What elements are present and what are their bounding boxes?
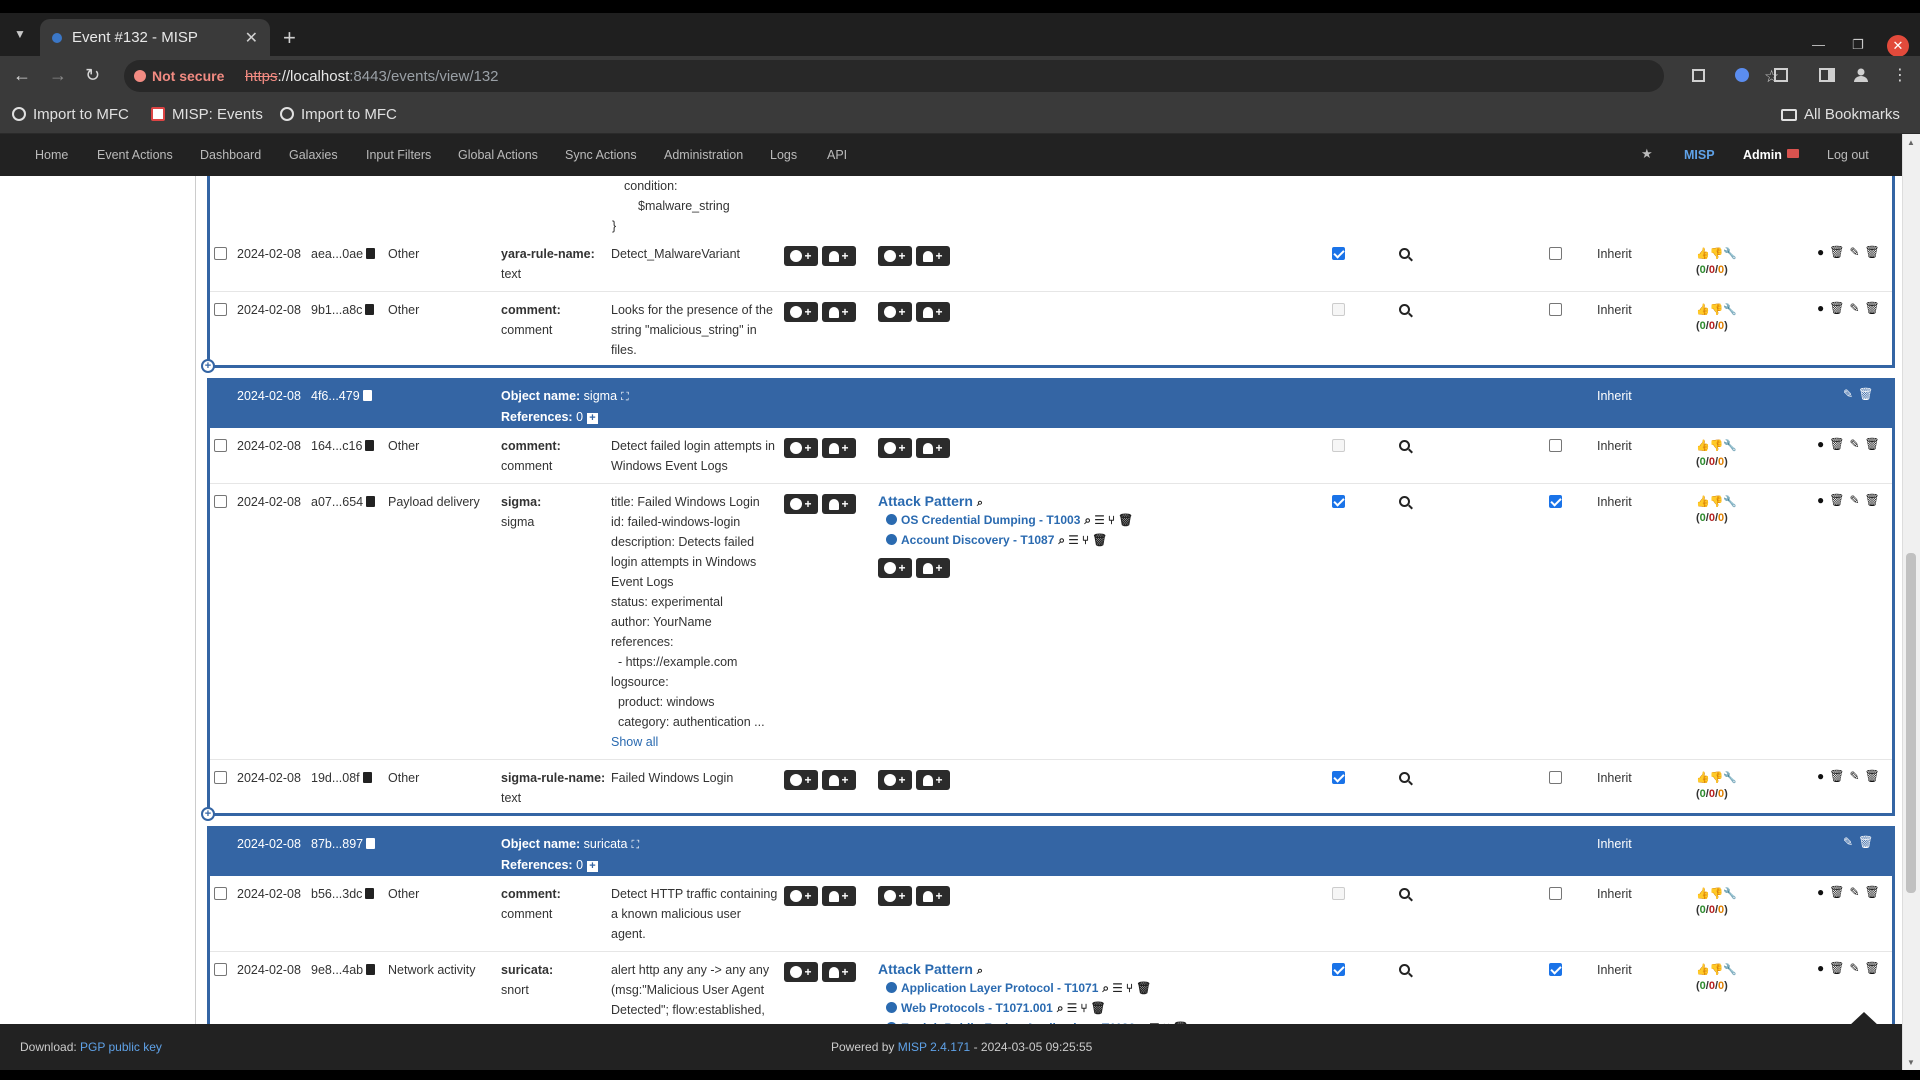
reload-icon[interactable]: ↻ (85, 65, 100, 86)
object-collapse-icon[interactable]: + (201, 807, 215, 821)
misp-navbar: Home Event Actions Dashboard Galaxies In… (0, 134, 1902, 176)
url-text[interactable]: https://localhost:8443/events/view/132 (245, 68, 499, 85)
scroll-up-arrow[interactable]: ▲ (1907, 138, 1915, 147)
nav-dashboard[interactable]: Dashboard (200, 148, 261, 162)
profile-icon[interactable] (1852, 66, 1870, 84)
bookmark-import-mfc-2[interactable]: Import to MFC (280, 106, 397, 123)
address-bar[interactable]: Not secure https://localhost:8443/events… (124, 60, 1779, 92)
object-block-border (207, 176, 1895, 365)
screen-top-strip (0, 0, 1920, 13)
nav-administration[interactable]: Administration (664, 148, 743, 162)
nav-admin-user[interactable]: Admin (1743, 148, 1782, 162)
attributes-table: condition: $malware_string } 2024-02-08 a… (201, 176, 1895, 1024)
tab-title: Event #132 - MISP (72, 29, 198, 46)
nav-galaxies[interactable]: Galaxies (289, 148, 338, 162)
scroll-to-top-button[interactable] (1849, 1012, 1879, 1026)
tab-bar: ▼ Event #132 - MISP ✕ + — ❐ ✕ (0, 13, 1920, 57)
window-close-icon[interactable]: ✕ (1887, 35, 1909, 57)
scroll-down-arrow[interactable]: ▼ (1907, 1058, 1915, 1067)
nav-global-actions[interactable]: Global Actions (458, 148, 538, 162)
bookmark-misp-events[interactable]: MISP: Events (151, 106, 263, 123)
sidebar-divider (195, 176, 196, 1024)
event-content: condition: $malware_string } 2024-02-08 a… (0, 176, 1902, 1024)
favourite-star-icon[interactable]: ★ (1641, 146, 1653, 162)
misp-footer: Download: PGP public key Powered by MISP… (0, 1024, 1902, 1070)
back-icon[interactable]: ← (13, 65, 31, 86)
footer-download: Download: PGP public key (20, 1040, 162, 1054)
nav-logout[interactable]: Log out (1827, 148, 1869, 162)
globe-icon (12, 107, 26, 121)
misp-version-link[interactable]: MISP 2.4.171 (898, 1040, 971, 1054)
not-secure-badge[interactable]: Not secure (134, 68, 224, 84)
side-panel-icon[interactable] (1818, 66, 1836, 84)
browser-window: ▼ Event #132 - MISP ✕ + — ❐ ✕ ← → ↻ Not … (0, 0, 1920, 1080)
object-block-border (207, 826, 1895, 1024)
extensions-icon[interactable] (1772, 66, 1790, 84)
restore-icon[interactable]: ❐ (1852, 37, 1864, 53)
mail-icon[interactable] (1787, 149, 1799, 158)
misp-bookmark-icon (151, 107, 165, 121)
object-collapse-icon[interactable]: + (201, 359, 215, 373)
nav-logs[interactable]: Logs (770, 148, 797, 162)
extension-puzzle-icon[interactable] (1690, 66, 1708, 84)
nav-input-filters[interactable]: Input Filters (366, 148, 431, 162)
bookmark-import-mfc-1[interactable]: Import to MFC (12, 106, 129, 123)
warning-icon (134, 70, 146, 82)
bookmarks-bar: Import to MFC MISP: Events Import to MFC… (0, 97, 1920, 134)
nav-sync-actions[interactable]: Sync Actions (565, 148, 637, 162)
object-block-bottom (207, 365, 1895, 368)
nav-api[interactable]: API (827, 148, 847, 162)
footer-powered: Powered by MISP 2.4.171 - 2024-03-05 09:… (831, 1040, 1093, 1054)
misp-favicon-icon (52, 33, 62, 43)
screen-bottom-strip (0, 1070, 1920, 1080)
folder-icon (1781, 109, 1797, 121)
minimize-icon[interactable]: — (1812, 37, 1825, 52)
forward-icon[interactable]: → (49, 65, 67, 86)
pgp-key-link[interactable]: PGP public key (80, 1040, 162, 1054)
close-tab-icon[interactable]: ✕ (245, 28, 258, 48)
extension-icon[interactable] (1733, 66, 1751, 84)
all-bookmarks[interactable]: All Bookmarks (1781, 106, 1900, 123)
active-tab[interactable]: Event #132 - MISP ✕ (40, 19, 270, 56)
object-block-border (207, 378, 1895, 813)
nav-event-actions[interactable]: Event Actions (97, 148, 173, 162)
globe-icon (280, 107, 294, 121)
new-tab-icon[interactable]: + (283, 27, 296, 49)
menu-kebab-icon[interactable]: ⋮ (1892, 65, 1908, 85)
tab-search-icon[interactable]: ▼ (10, 24, 30, 44)
browser-toolbar: ← → ↻ Not secure https://localhost:8443/… (0, 56, 1920, 97)
object-block-bottom (207, 813, 1895, 816)
nav-home[interactable]: Home (35, 148, 68, 162)
scrollbar-thumb[interactable] (1906, 553, 1916, 893)
nav-misp-brand[interactable]: MISP (1684, 148, 1715, 162)
